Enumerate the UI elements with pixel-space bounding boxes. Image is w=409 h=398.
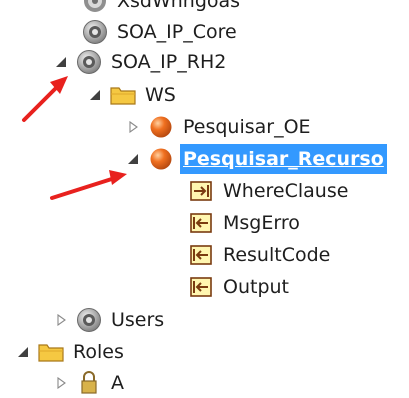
tree-node-output[interactable]: Output bbox=[166, 272, 292, 302]
disc-icon bbox=[74, 306, 104, 334]
tree-node-label: A bbox=[111, 372, 124, 394]
annotation-arrow-icon bbox=[22, 76, 68, 122]
tree-view: XsdWhngoas SOA_IP_Core SOA_IP_RH2 WS Pes… bbox=[0, 0, 409, 394]
tree-node-label: MsgErro bbox=[223, 212, 300, 234]
annotation-arrow-icon bbox=[50, 170, 127, 200]
tree-node-roles-child[interactable]: A bbox=[54, 368, 127, 398]
collapsed-triangle-icon[interactable] bbox=[126, 120, 140, 134]
tree-node-pesquisar-oe[interactable]: Pesquisar_OE bbox=[126, 112, 314, 142]
orange-ball-icon bbox=[146, 145, 176, 173]
collapsed-triangle-icon[interactable] bbox=[54, 376, 68, 390]
disc-icon bbox=[80, 18, 110, 46]
expanded-triangle-icon[interactable] bbox=[126, 152, 140, 166]
tree-node-label: Roles bbox=[73, 341, 124, 363]
expanded-triangle-icon[interactable] bbox=[16, 345, 30, 359]
lock-icon bbox=[74, 369, 104, 397]
tree-node-label: SOA_IP_RH2 bbox=[111, 51, 227, 73]
expanded-triangle-icon[interactable] bbox=[54, 55, 68, 69]
tree-node-roles[interactable]: Roles bbox=[16, 337, 127, 367]
tree-node-pesquisar-recurso[interactable]: Pesquisar_Recurso bbox=[126, 144, 387, 174]
tree-node-users[interactable]: Users bbox=[54, 305, 167, 335]
tree-node-label: Pesquisar_Recurso bbox=[180, 144, 387, 174]
tree-node-partial[interactable]: XsdWhngoas bbox=[80, 0, 243, 16]
folder-icon bbox=[36, 338, 66, 366]
tree-node-ws[interactable]: WS bbox=[88, 80, 179, 110]
disc-icon bbox=[74, 48, 104, 76]
output-arrow-icon bbox=[186, 241, 216, 269]
folder-icon bbox=[108, 81, 138, 109]
tree-node-soa-ip-core[interactable]: SOA_IP_Core bbox=[60, 17, 240, 47]
expanded-triangle-icon[interactable] bbox=[88, 88, 102, 102]
tree-node-label: ResultCode bbox=[223, 244, 331, 266]
tree-node-label: WhereClause bbox=[223, 180, 349, 202]
disc-icon bbox=[80, 0, 110, 15]
output-arrow-icon bbox=[186, 273, 216, 301]
tree-node-msgerro[interactable]: MsgErro bbox=[166, 208, 303, 238]
tree-node-resultcode[interactable]: ResultCode bbox=[166, 240, 333, 270]
tree-node-label: Pesquisar_OE bbox=[183, 116, 311, 138]
output-arrow-icon bbox=[186, 209, 216, 237]
collapsed-triangle-icon[interactable] bbox=[54, 313, 68, 327]
tree-node-label: Output bbox=[223, 276, 289, 298]
orange-ball-icon bbox=[146, 113, 176, 141]
tree-node-label: WS bbox=[145, 84, 176, 106]
tree-node-label: Users bbox=[111, 309, 165, 331]
tree-node-whereclause[interactable]: WhereClause bbox=[166, 176, 351, 206]
input-arrow-icon bbox=[186, 177, 216, 205]
tree-node-soa-ip-rh2[interactable]: SOA_IP_RH2 bbox=[54, 47, 229, 77]
tree-node-label: SOA_IP_Core bbox=[117, 21, 237, 43]
tree-node-label: XsdWhngoas bbox=[117, 0, 241, 12]
